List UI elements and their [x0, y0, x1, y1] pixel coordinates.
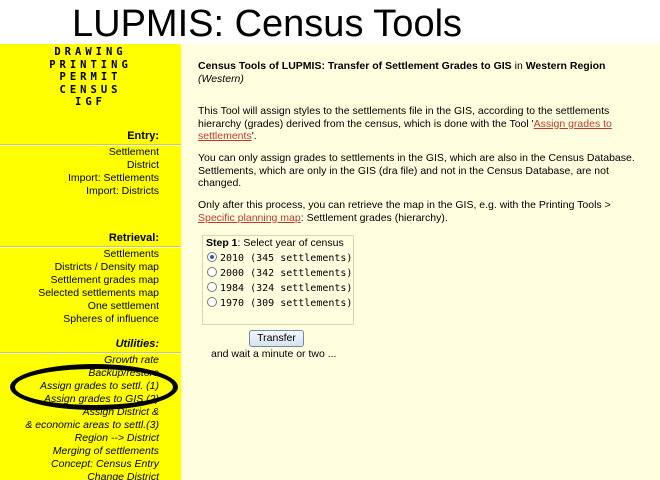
heading-in: in: [511, 60, 526, 72]
transfer-button[interactable]: Transfer: [249, 330, 304, 347]
retrieval-settlement-grades-link[interactable]: Settlement grades map: [0, 274, 181, 287]
utilities-change-district-link[interactable]: Change District: [0, 471, 181, 480]
radio-icon[interactable]: [207, 297, 217, 307]
para1-text-b: '.: [251, 130, 257, 142]
radio-1984[interactable]: 1984 (324 settlements): [207, 282, 352, 295]
retrieve-paragraph: Only after this process, you can retriev…: [198, 199, 648, 224]
retrieval-spheres-link[interactable]: Spheres of influence: [0, 313, 181, 326]
utilities-heading: Utilities:: [115, 338, 159, 350]
utilities-merging-link[interactable]: Merging of settlements: [0, 445, 181, 458]
utilities-concept-census-link[interactable]: Concept: Census Entry: [0, 458, 181, 471]
utilities-growth-rate-link[interactable]: Growth rate: [0, 354, 181, 367]
utilities-assign-grades-settl-link[interactable]: Assign grades to settl. (1): [0, 380, 181, 393]
option-label: 2000 (342 settlements): [220, 268, 353, 279]
specific-planning-map-link[interactable]: Specific planning map: [198, 212, 301, 224]
entry-section: Entry: Settlement District Import: Settl…: [0, 118, 181, 198]
entry-settlement-link[interactable]: Settlement: [0, 146, 181, 159]
nav-drawing[interactable]: DRAWING: [0, 46, 181, 59]
radio-2010[interactable]: 2010 (345 settlements): [207, 252, 352, 265]
slide-title: LUPMIS: Census Tools: [72, 3, 463, 45]
sidebar: DRAWING PRINTING PERMIT CENSUS IGF Entry…: [0, 44, 181, 480]
utilities-region-district-link[interactable]: Region --> District: [0, 432, 181, 445]
utilities-backup-restore-link[interactable]: Backup/restore: [0, 367, 181, 380]
entry-heading: Entry:: [127, 130, 159, 142]
option-label: 1984 (324 settlements): [220, 283, 353, 294]
entry-district-link[interactable]: District: [0, 159, 181, 172]
utilities-economic-areas-link[interactable]: & economic areas to settl.(3): [0, 419, 181, 432]
utilities-assign-grades-gis-link[interactable]: Assign grades to GIS (2): [0, 393, 181, 406]
retrieval-selected-settlements-link[interactable]: Selected settlements map: [0, 287, 181, 300]
nav-census[interactable]: CENSUS: [0, 84, 181, 97]
utilities-section: Utilities: Growth rate Backup/restore As…: [0, 326, 181, 480]
para3-text-a: Only after this process, you can retriev…: [198, 199, 611, 211]
constraint-paragraph: You can only assign grades to settlement…: [198, 152, 635, 189]
entry-import-settlements-link[interactable]: Import: Settlements: [0, 172, 181, 185]
top-nav: DRAWING PRINTING PERMIT CENSUS IGF: [0, 44, 181, 109]
option-label: 1970 (309 settlements): [220, 298, 353, 309]
intro-paragraph: This Tool will assign styles to the sett…: [198, 105, 648, 143]
step-label: Step 1: Select year of census: [206, 237, 344, 249]
utilities-assign-district-link[interactable]: Assign District &: [0, 406, 181, 419]
retrieval-section: Retrieval: Settlements Districts / Densi…: [0, 220, 181, 326]
retrieval-districts-density-link[interactable]: Districts / Density map: [0, 261, 181, 274]
retrieval-one-settlement-link[interactable]: One settlement: [0, 300, 181, 313]
entry-import-districts-link[interactable]: Import: Districts: [0, 185, 181, 198]
radio-icon[interactable]: [207, 282, 217, 292]
radio-2000[interactable]: 2000 (342 settlements): [207, 267, 352, 280]
heading-region-sub: (Western): [198, 72, 244, 85]
heading-title: Census Tools of LUPMIS: Transfer of Sett…: [198, 60, 512, 72]
heading-region: Western Region: [525, 60, 606, 72]
step-instruction: : Select year of census: [237, 237, 344, 249]
nav-printing[interactable]: PRINTING: [0, 59, 181, 72]
radio-selected-icon[interactable]: [207, 252, 217, 262]
retrieval-settlements-link[interactable]: Settlements: [0, 248, 181, 261]
step-number: Step 1: [206, 237, 238, 249]
option-label: 2010 (345 settlements): [220, 253, 353, 264]
nav-igf[interactable]: IGF: [0, 96, 181, 109]
para3-text-b: : Settlement grades (hierarchy).: [300, 211, 448, 224]
wait-message: and wait a minute or two ...: [211, 348, 337, 360]
page-heading: Census Tools of LUPMIS: Transfer of Sett…: [198, 60, 643, 85]
radio-icon[interactable]: [207, 267, 217, 277]
nav-permit[interactable]: PERMIT: [0, 71, 181, 84]
radio-1970[interactable]: 1970 (309 settlements): [207, 297, 352, 310]
retrieval-heading: Retrieval:: [108, 232, 159, 244]
